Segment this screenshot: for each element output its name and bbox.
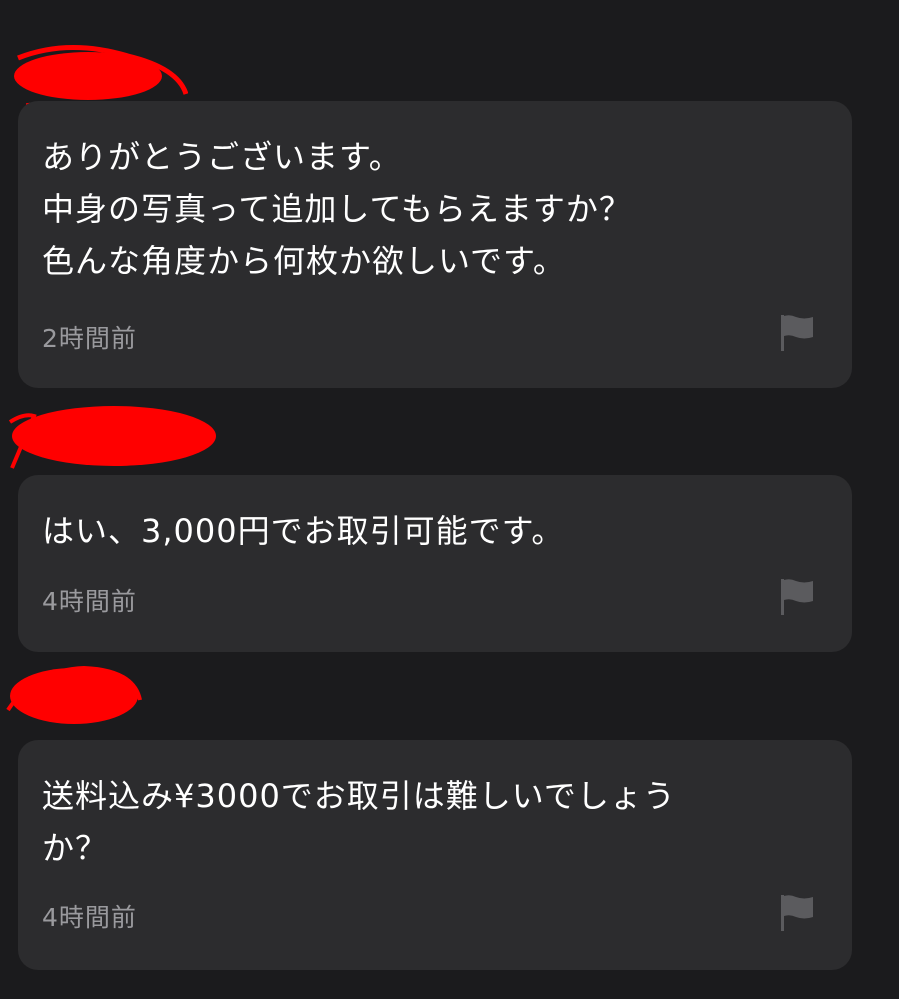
redacted-username — [14, 44, 188, 108]
redacted-username — [8, 406, 216, 469]
message-time: 2時間前 — [42, 324, 137, 353]
flag-icon[interactable] — [780, 577, 814, 615]
message-card: ありがとうございます。 中身の写真って追加してもらえますか？ 色んな角度から何枚… — [18, 101, 852, 388]
message-text: ありがとうございます。 中身の写真って追加してもらえますか？ 色んな角度から何枚… — [42, 138, 632, 280]
flag-icon[interactable] — [780, 313, 814, 351]
redacted-username — [6, 665, 142, 724]
flag-icon[interactable] — [780, 893, 814, 931]
message-text: 送料込み¥3000でお取引は難しいでしょう か？ — [42, 777, 676, 867]
message-text: はい、3,000円でお取引可能です。 — [42, 512, 565, 550]
message-card: 送料込み¥3000でお取引は難しいでしょう か？ 4時間前 — [18, 740, 852, 970]
message-time: 4時間前 — [42, 903, 137, 932]
message-card: はい、3,000円でお取引可能です。 4時間前 — [18, 475, 852, 652]
message-time: 4時間前 — [42, 587, 137, 616]
